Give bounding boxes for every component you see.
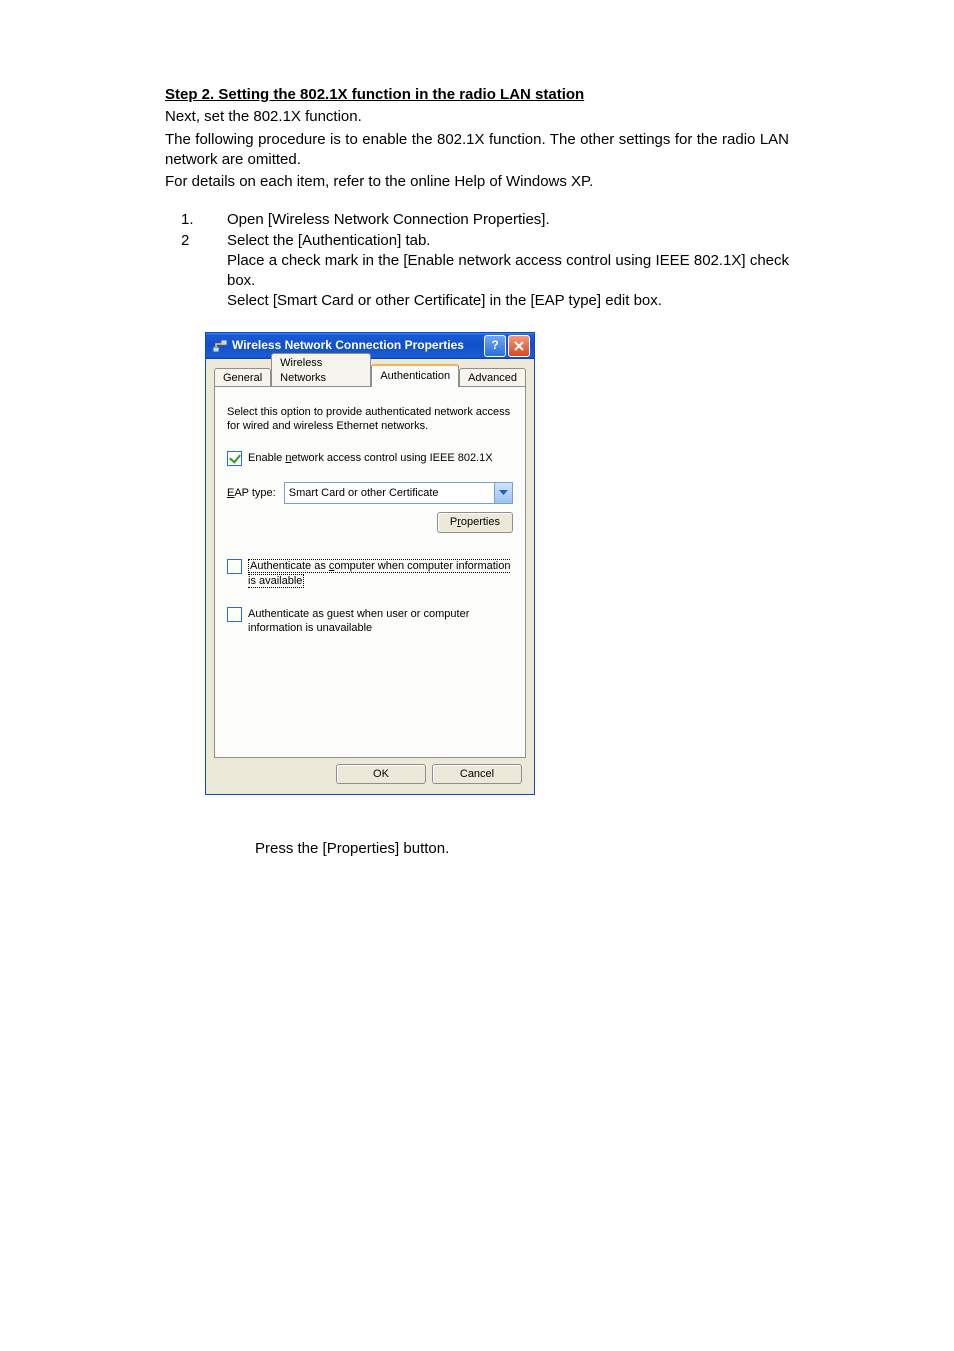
step-number: 1. xyxy=(165,210,227,230)
auth-as-computer-label: Authenticate as computer when computer i… xyxy=(248,559,513,589)
intro-paragraph-1: Next, set the 802.1X function. xyxy=(165,107,789,127)
step-item-2: 2 Select the [Authentication] tab. xyxy=(165,231,789,251)
step-heading: Step 2. Setting the 802.1X function in t… xyxy=(165,85,789,105)
post-dialog-instruction: Press the [Properties] button. xyxy=(255,839,789,859)
properties-button[interactable]: Properties xyxy=(437,512,513,533)
step-item-1: 1. Open [Wireless Network Connection Pro… xyxy=(165,210,789,230)
enable-8021x-checkbox[interactable] xyxy=(227,451,242,466)
ok-button[interactable]: OK xyxy=(336,764,426,785)
enable-8021x-row[interactable]: Enable network access control using IEEE… xyxy=(227,451,513,466)
step-subtext-2: Select [Smart Card or other Certificate]… xyxy=(227,291,789,311)
tab-panel-authentication: Select this option to provide authentica… xyxy=(214,386,526,758)
tab-strip: General Wireless Networks Authentication… xyxy=(214,365,526,386)
dialog-title: Wireless Network Connection Properties xyxy=(232,337,484,353)
close-button[interactable] xyxy=(508,335,530,357)
panel-description: Select this option to provide authentica… xyxy=(227,405,513,434)
step-subtext-1: Place a check mark in the [Enable networ… xyxy=(227,251,789,292)
cancel-button[interactable]: Cancel xyxy=(432,764,522,785)
auth-as-guest-row[interactable]: Authenticate as guest when user or compu… xyxy=(227,607,513,637)
eap-type-label: EAP type: xyxy=(227,486,276,501)
help-button[interactable]: ? xyxy=(484,335,506,357)
auth-as-computer-row[interactable]: Authenticate as computer when computer i… xyxy=(227,559,513,589)
auth-as-guest-checkbox[interactable] xyxy=(227,607,242,622)
eap-type-value: Smart Card or other Certificate xyxy=(285,486,494,501)
auth-as-computer-checkbox[interactable] xyxy=(227,559,242,574)
auth-as-guest-label: Authenticate as guest when user or compu… xyxy=(248,607,513,637)
intro-paragraph-3: For details on each item, refer to the o… xyxy=(165,172,789,192)
eap-type-select[interactable]: Smart Card or other Certificate xyxy=(284,482,513,504)
chevron-down-icon[interactable] xyxy=(494,483,512,503)
enable-8021x-label: Enable network access control using IEEE… xyxy=(248,451,493,466)
network-icon xyxy=(212,338,228,354)
tab-wireless-networks[interactable]: Wireless Networks xyxy=(271,353,371,388)
intro-paragraph-2: The following procedure is to enable the… xyxy=(165,130,789,171)
step-number: 2 xyxy=(165,231,227,251)
tab-authentication[interactable]: Authentication xyxy=(371,364,459,387)
step-text: Select the [Authentication] tab. xyxy=(227,231,789,251)
properties-dialog: Wireless Network Connection Properties ?… xyxy=(205,332,535,796)
step-text: Open [Wireless Network Connection Proper… xyxy=(227,210,789,230)
